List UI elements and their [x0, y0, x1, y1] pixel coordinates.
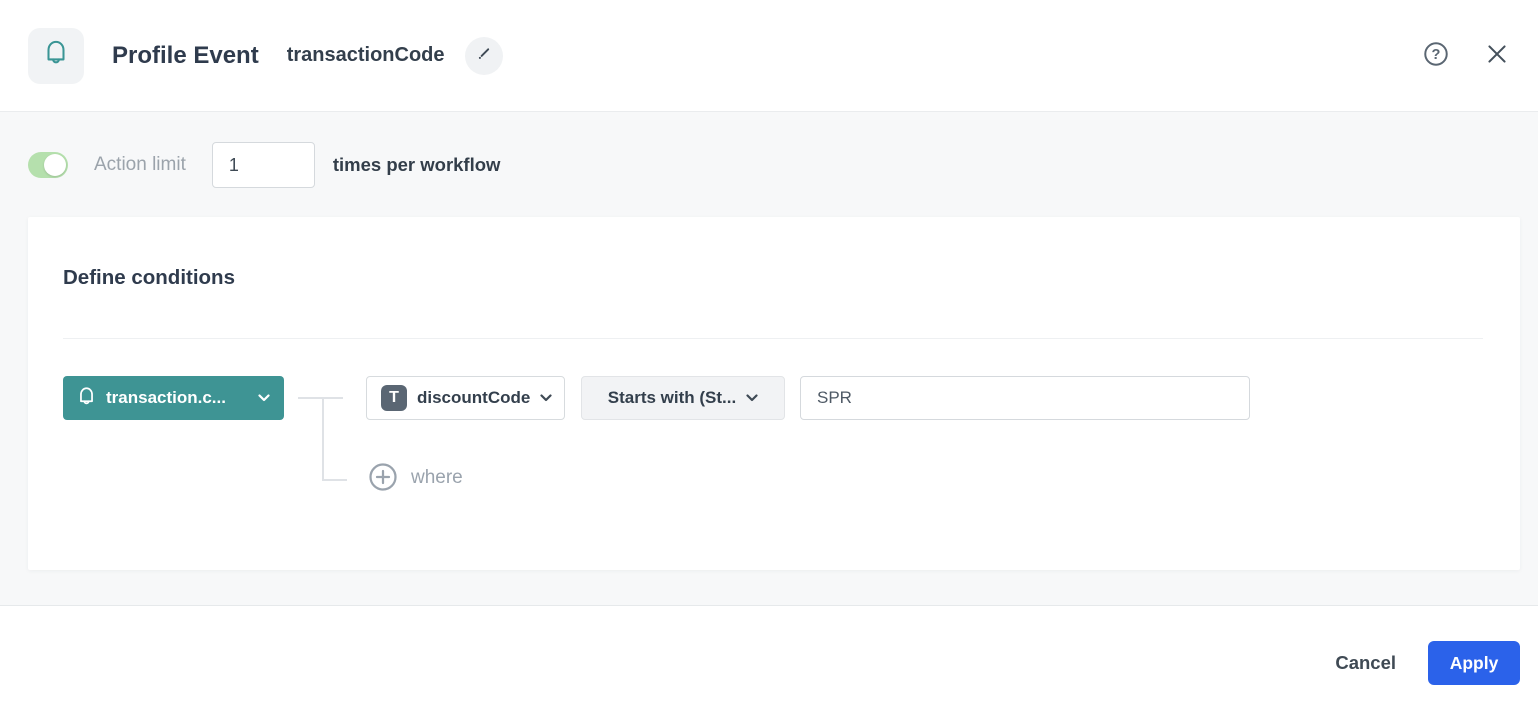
plus-circle-icon [368, 462, 398, 495]
x-icon [1484, 41, 1510, 70]
page-title: Profile Event [112, 41, 259, 69]
modal-footer: Cancel Apply [0, 605, 1538, 720]
modal-header: Profile Event transactionCode ? [0, 0, 1538, 112]
condition-value-input[interactable] [800, 376, 1250, 420]
operator-label: Starts with (St... [607, 388, 737, 407]
connector-line [298, 397, 343, 399]
attribute-dropdown[interactable]: T discountCode [366, 376, 565, 420]
toggle-knob [44, 154, 66, 176]
action-limit-label: Action limit [94, 154, 186, 175]
close-button[interactable] [1484, 41, 1510, 70]
action-limit-toggle[interactable] [28, 152, 68, 178]
event-selector-dropdown[interactable]: transaction.c... [63, 376, 284, 420]
card-heading: Define conditions [63, 266, 235, 289]
help-button[interactable]: ? [1422, 40, 1450, 71]
connector-line [322, 479, 347, 481]
add-where-label: where [411, 467, 463, 488]
connector-line [322, 397, 324, 481]
bell-icon [43, 38, 69, 73]
event-selector-label: transaction.c... [106, 388, 226, 407]
edit-name-button[interactable] [464, 36, 503, 75]
action-limit-input[interactable] [211, 142, 315, 188]
event-icon-box [28, 27, 84, 84]
chevron-down-icon [746, 394, 758, 402]
action-limit-suffix: times per workflow [332, 154, 501, 175]
chevron-down-icon [258, 394, 270, 402]
question-circle-icon: ? [1422, 40, 1450, 71]
action-limit-row: Action limit times per workflow [0, 112, 1538, 218]
operator-dropdown[interactable]: Starts with (St... [581, 376, 785, 420]
add-where-condition-button[interactable]: where [368, 462, 463, 494]
card-divider [63, 338, 1483, 339]
text-type-icon: T [381, 385, 407, 411]
apply-button[interactable]: Apply [1428, 641, 1520, 685]
pencil-icon [474, 44, 494, 67]
svg-text:?: ? [1432, 47, 1441, 63]
chevron-down-icon [530, 394, 552, 402]
define-conditions-card: Define conditions transaction.c... T dis… [28, 217, 1520, 570]
attribute-label: discountCode [417, 388, 531, 407]
event-name: transactionCode [286, 44, 445, 66]
profile-event-modal: Profile Event transactionCode ? Action l… [0, 0, 1538, 720]
cancel-button[interactable]: Cancel [1335, 652, 1396, 674]
bell-icon [77, 385, 96, 411]
